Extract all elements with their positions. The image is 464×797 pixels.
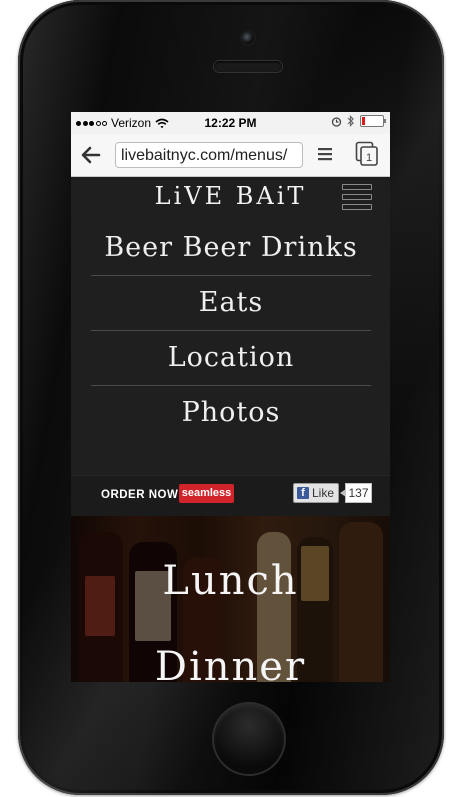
facebook-icon: f	[297, 487, 309, 499]
tabs-icon: 1	[355, 141, 378, 166]
like-count: 137	[340, 483, 372, 503]
order-bar: ORDER NOW seamless f Like 137	[71, 475, 390, 517]
website: LiVE BAiT Beer Beer Drinks Eats Location…	[71, 177, 390, 682]
hero-image: Lunch Dinner	[71, 516, 390, 682]
nav-item-beer-beer-drinks[interactable]: Beer Beer Drinks	[91, 221, 371, 276]
hero-line-dinner: Dinner	[154, 644, 307, 682]
hamburger-menu-icon[interactable]	[342, 184, 372, 212]
order-now-label: ORDER NOW	[101, 489, 179, 501]
back-arrow-icon[interactable]	[79, 143, 103, 167]
tabs-button[interactable]: 1	[355, 141, 379, 167]
nav-item-location[interactable]: Location	[91, 331, 371, 386]
seamless-button[interactable]: seamless	[179, 484, 234, 503]
battery-icon	[360, 115, 386, 127]
url-input[interactable]: livebaitnyc.com/menus/	[115, 142, 303, 168]
front-camera	[242, 32, 254, 44]
bluetooth-icon	[347, 115, 354, 127]
facebook-like-button[interactable]: f Like	[293, 483, 339, 503]
list-icon[interactable]	[317, 146, 333, 162]
alarm-icon	[331, 116, 342, 127]
like-label: Like	[312, 486, 335, 500]
phone-screen: Verizon 12:22 PM livebaitnyc.com/menus/ …	[71, 112, 390, 682]
browser-toolbar: livebaitnyc.com/menus/ 1	[71, 134, 390, 177]
site-nav: Beer Beer Drinks Eats Location Photos	[91, 221, 371, 440]
status-bar: Verizon 12:22 PM	[71, 112, 390, 134]
nav-item-photos[interactable]: Photos	[91, 386, 371, 440]
hero-line-lunch: Lunch	[162, 558, 299, 604]
nav-item-eats[interactable]: Eats	[91, 276, 371, 331]
tab-count: 1	[366, 152, 372, 164]
home-button[interactable]	[214, 704, 284, 774]
earpiece-speaker	[214, 61, 282, 72]
